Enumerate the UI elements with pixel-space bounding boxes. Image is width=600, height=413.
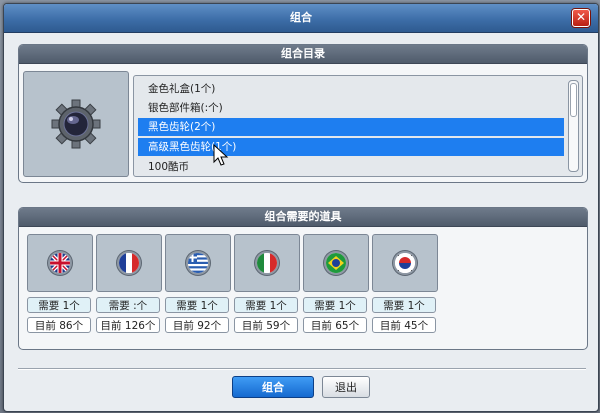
need-count: 需要 1个 [372,297,436,313]
have-count: 目前 59个 [234,317,298,333]
material-slot[interactable]: 需要 1个 目前 59个 [234,234,300,343]
combine-dialog: 组合 ✕ 组合目录 金色礼盒(1个) 银色部件箱(:个) 黑色齿轮(2个) 高级… [3,3,599,412]
catalog-header: 组合目录 [19,45,587,64]
material-slot[interactable]: 需要 1个 目前 65个 [303,234,369,343]
catalog-list[interactable]: 金色礼盒(1个) 银色部件箱(:个) 黑色齿轮(2个) 高级黑色齿轮(1个) 1… [133,75,583,177]
material-slot[interactable]: 需要 :个 目前 126个 [96,234,162,343]
list-scrollbar[interactable] [568,80,579,172]
material-icon [234,234,300,292]
cursor-icon [213,144,229,166]
have-count: 目前 45个 [372,317,436,333]
need-count: 需要 1个 [234,297,298,313]
list-item[interactable]: 高级黑色齿轮(1个) [138,138,564,156]
gear-icon [51,99,101,149]
title-bar: 组合 ✕ [4,4,598,33]
have-count: 目前 65个 [303,317,367,333]
need-count: 需要 1个 [27,297,91,313]
korea-flag-icon [393,251,417,275]
materials-header: 组合需要的道具 [19,208,587,227]
footer-divider [18,368,586,370]
material-icon [96,234,162,292]
combine-button[interactable]: 组合 [232,376,314,398]
material-slot[interactable]: 需要 1个 目前 45个 [372,234,438,343]
materials-panel: 组合需要的道具 需要 1个 目前 86个 需要:个 目前 126个 需要 1个… [18,207,588,350]
material-icon [303,234,369,292]
uk-flag-icon [48,251,72,275]
material-icon [165,234,231,292]
france-flag-icon [117,251,141,275]
list-item[interactable]: 黑色齿轮(2个) [138,118,564,136]
catalog-panel: 组合目录 金色礼盒(1个) 银色部件箱(:个) 黑色齿轮(2个) 高级黑色齿轮(… [18,44,588,183]
material-icon [372,234,438,292]
greece-flag-icon [186,251,210,275]
close-icon: ✕ [575,10,587,24]
material-slot[interactable]: 需要 1个 目前 92个 [165,234,231,343]
exit-button[interactable]: 退出 [322,376,370,398]
scroll-thumb[interactable] [570,83,577,117]
need-count: 需要 1个 [303,297,367,313]
material-icon [27,234,93,292]
material-slot[interactable]: 需要 1个 目前 86个 [27,234,93,343]
brazil-flag-icon [324,251,348,275]
italy-flag-icon [255,251,279,275]
close-button[interactable]: ✕ [572,9,590,27]
have-count: 目前 92个 [165,317,229,333]
have-count: 目前 86个 [27,317,91,333]
need-count: 需要 1个 [165,297,229,313]
window-title: 组合 [290,11,312,24]
list-item[interactable]: 金色礼盒(1个) [138,80,564,98]
list-item[interactable]: 100酷币 [138,158,564,176]
item-preview [23,71,129,177]
need-count: 需要 :个 [96,297,160,313]
list-item[interactable]: 银色部件箱(:个) [138,99,564,117]
have-count: 目前 126个 [96,317,160,333]
